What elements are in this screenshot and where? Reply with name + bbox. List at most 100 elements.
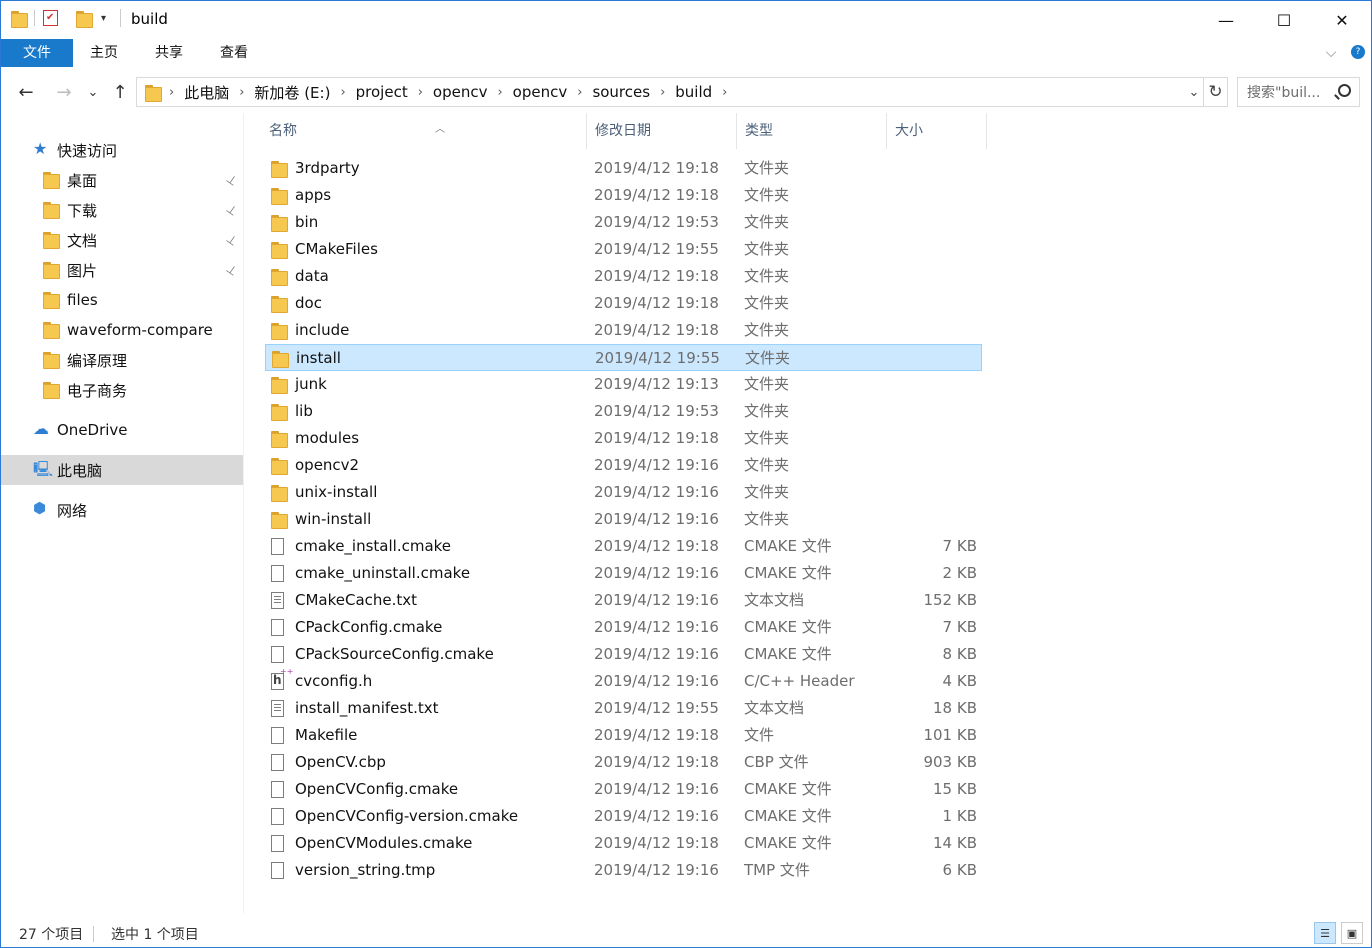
breadcrumb-build[interactable]: build <box>675 83 712 101</box>
search-input[interactable]: 搜索"buil... <box>1237 77 1360 107</box>
sidebar-item[interactable]: 电子商务 <box>1 375 243 405</box>
folder-row[interactable]: data 2019/4/12 19:18 文件夹 <box>265 263 982 290</box>
file-type: CMAKE 文件 <box>744 645 832 663</box>
address-bar[interactable]: › 此电脑 › 新加卷 (E:) › project › opencv › op… <box>136 77 1204 107</box>
file-row[interactable]: OpenCVModules.cmake 2019/4/12 19:18 CMAKE … <box>265 830 982 857</box>
properties-icon[interactable]: ✔ <box>43 10 58 26</box>
address-dropdown-button[interactable]: ⌄ <box>1184 77 1204 107</box>
sidebar-item[interactable]: ⬢ 网络 <box>1 495 243 525</box>
tab-share[interactable]: 共享 <box>146 39 192 67</box>
file-type: 文本文档 <box>744 591 805 609</box>
file-row[interactable]: OpenCVConfig-version.cmake 2019/4/12 19:1… <box>265 803 982 830</box>
file-row[interactable]: CPackConfig.cmake 2019/4/12 19:16 CMAKE 文件… <box>265 614 982 641</box>
text-file-icon <box>271 592 284 609</box>
folder-row[interactable]: doc 2019/4/12 19:18 文件夹 <box>265 290 982 317</box>
up-button[interactable]: ↑ <box>107 79 133 105</box>
expand-ribbon-icon[interactable]: ⌵ <box>1321 39 1341 67</box>
file-row[interactable]: cvconfig.h 2019/4/12 19:16 C/C++ Header 4 K… <box>265 667 982 695</box>
sidebar-item[interactable]: 图片 ⊥ <box>1 255 243 285</box>
file-modified: 2019/4/12 19:53 <box>594 213 719 231</box>
file-row[interactable]: Makefile 2019/4/12 19:18 文件 101 KB <box>265 722 982 749</box>
folder-row[interactable]: win-install 2019/4/12 19:16 文件夹 <box>265 506 982 533</box>
sidebar-item[interactable]: 编译原理 <box>1 345 243 375</box>
close-button[interactable]: ✕ <box>1313 1 1371 39</box>
breadcrumb-opencv[interactable]: opencv <box>433 83 488 101</box>
folder-row[interactable]: install 2019/4/12 19:55 文件夹 <box>265 344 982 371</box>
breadcrumb-sources[interactable]: sources <box>592 83 650 101</box>
file-row[interactable]: version_string.tmp 2019/4/12 19:16 TMP 文件 6… <box>265 857 982 884</box>
folder-row[interactable]: include 2019/4/12 19:18 文件夹 <box>265 317 982 344</box>
tab-view[interactable]: 查看 <box>211 39 257 67</box>
new-folder-icon[interactable] <box>76 10 93 28</box>
details-view-icon[interactable]: ☰ <box>1314 922 1336 944</box>
folder-row[interactable]: unix-install 2019/4/12 19:16 文件夹 <box>265 479 982 506</box>
folder-row[interactable]: lib 2019/4/12 19:53 文件夹 <box>265 398 982 425</box>
search-icon[interactable] <box>1338 84 1351 97</box>
maximize-button[interactable]: ☐ <box>1255 1 1313 39</box>
folder-row[interactable]: 3rdparty 2019/4/12 19:18 文件夹 <box>265 155 982 182</box>
folder-row[interactable]: opencv2 2019/4/12 19:16 文件夹 <box>265 452 982 479</box>
folder-row[interactable]: modules 2019/4/12 19:18 文件夹 <box>265 425 982 452</box>
file-name: install_manifest.txt <box>295 699 439 717</box>
breadcrumb-separator[interactable]: › <box>577 85 582 100</box>
navigation-bar: ← → ⌄ ↑ › 此电脑 › 新加卷 (E:) › project › ope… <box>1 71 1371 113</box>
file-row[interactable]: cmake_install.cmake 2019/4/12 19:18 CMAKE … <box>265 533 982 560</box>
refresh-button[interactable]: ↻ <box>1204 77 1228 107</box>
sidebar-item[interactable]: ☁ OneDrive <box>1 415 243 445</box>
tab-home[interactable]: 主页 <box>81 39 127 67</box>
breadcrumb-separator[interactable]: › <box>660 85 665 100</box>
breadcrumb-separator[interactable]: › <box>340 85 345 100</box>
file-row[interactable]: cmake_uninstall.cmake 2019/4/12 19:16 CMAK… <box>265 560 982 587</box>
divider <box>34 10 35 26</box>
file-name: doc <box>295 294 322 312</box>
file-row[interactable]: OpenCVConfig.cmake 2019/4/12 19:16 CMAKE 文… <box>265 776 982 803</box>
breadcrumb-this-pc[interactable]: 此电脑 <box>184 82 229 103</box>
file-row[interactable]: CPackSourceConfig.cmake 2019/4/12 19:16 CM… <box>265 641 982 668</box>
column-header-name[interactable]: 名称 ︿ <box>261 113 587 149</box>
sidebar-item[interactable]: waveform-compare <box>1 315 243 345</box>
sidebar-item[interactable]: 下载 ⊥ <box>1 195 243 225</box>
breadcrumb-separator[interactable]: › <box>239 85 244 100</box>
file-type: 文件夹 <box>744 402 790 420</box>
back-button[interactable]: ← <box>13 79 39 105</box>
breadcrumb-drive-e[interactable]: 新加卷 (E:) <box>254 82 330 103</box>
item-count: 27 个项目 <box>19 927 84 943</box>
file-type: 文件夹 <box>744 240 790 258</box>
sidebar-item[interactable]: 文档 ⊥ <box>1 225 243 255</box>
folder-row[interactable]: bin 2019/4/12 19:53 文件夹 <box>265 209 982 236</box>
sidebar-item[interactable]: 桌面 ⊥ <box>1 165 243 195</box>
sidebar-item[interactable]: 🖳 此电脑 <box>1 455 243 485</box>
sidebar-item[interactable]: ★ 快速访问 <box>1 135 243 165</box>
tab-file[interactable]: 文件 <box>1 39 73 67</box>
recent-locations-button[interactable]: ⌄ <box>83 79 103 105</box>
file-modified: 2019/4/12 19:18 <box>594 321 719 339</box>
file-row[interactable]: install_manifest.txt 2019/4/12 19:55 文本文档 1… <box>265 695 982 722</box>
column-header-type[interactable]: 类型 <box>737 113 887 149</box>
folder-row[interactable]: apps 2019/4/12 19:18 文件夹 <box>265 182 982 209</box>
breadcrumb-opencv-2[interactable]: opencv <box>513 83 568 101</box>
breadcrumb-separator[interactable]: › <box>169 85 174 100</box>
folder-row[interactable]: CMakeFiles 2019/4/12 19:55 文件夹 <box>265 236 982 263</box>
sidebar-item[interactable]: files <box>1 285 243 315</box>
cloud-icon: ☁ <box>33 419 49 438</box>
breadcrumb-separator[interactable]: › <box>497 85 502 100</box>
pin-icon[interactable]: ⊥ <box>218 164 247 197</box>
help-icon[interactable]: ? <box>1351 45 1365 59</box>
pin-icon[interactable]: ⊥ <box>218 254 247 287</box>
customize-toolbar-icon[interactable]: ▾ <box>101 13 106 24</box>
large-icons-view-icon[interactable]: ▣ <box>1341 922 1363 944</box>
column-header-size[interactable]: 大小 <box>887 113 987 149</box>
column-header-modified[interactable]: 修改日期 <box>587 113 737 149</box>
pin-icon[interactable]: ⊥ <box>218 194 247 227</box>
minimize-button[interactable]: — <box>1197 1 1255 39</box>
breadcrumb-project[interactable]: project <box>356 83 408 101</box>
file-row[interactable]: OpenCV.cbp 2019/4/12 19:18 CBP 文件 903 KB <box>265 749 982 776</box>
breadcrumb-separator[interactable]: › <box>722 85 727 100</box>
breadcrumb-separator[interactable]: › <box>418 85 423 100</box>
file-row[interactable]: CMakeCache.txt 2019/4/12 19:16 文本文档 152 KB <box>265 587 982 614</box>
folder-icon <box>43 292 60 311</box>
pin-icon[interactable]: ⊥ <box>218 224 247 257</box>
forward-button[interactable]: → <box>51 79 77 105</box>
explorer-window: ✔ ▾ build — ☐ ✕ 文件 主页 共享 查看 ⌵ ? ← → ⌄ ↑ … <box>0 0 1372 948</box>
folder-row[interactable]: junk 2019/4/12 19:13 文件夹 <box>265 371 982 398</box>
